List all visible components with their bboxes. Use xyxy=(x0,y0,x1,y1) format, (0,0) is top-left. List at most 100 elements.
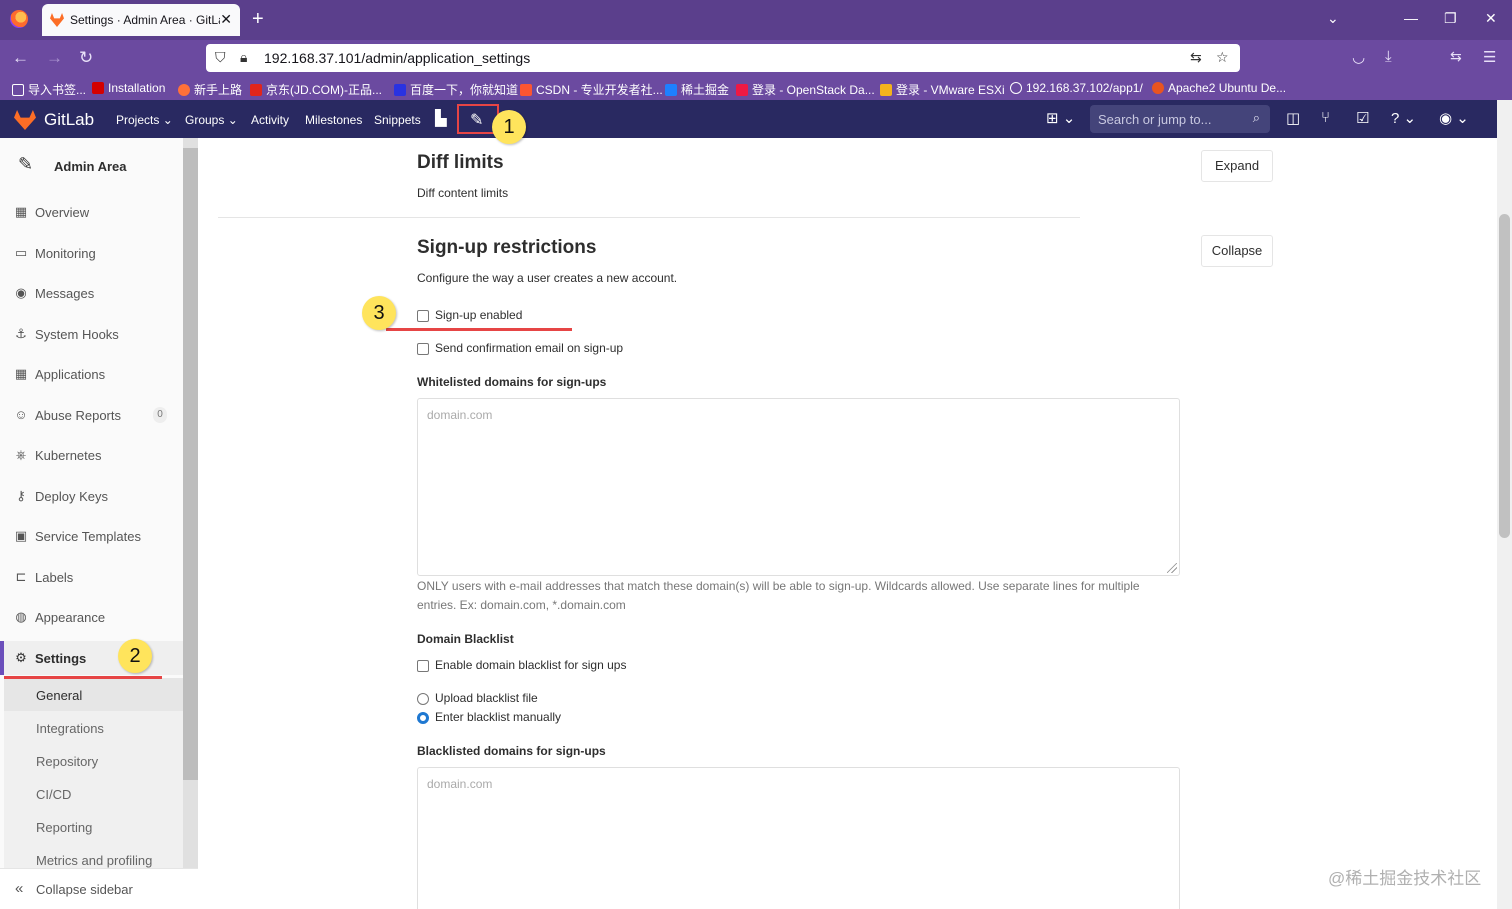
window-close-icon[interactable]: ✕ xyxy=(1485,10,1497,27)
lock-icon[interactable]: 🔒︎ xyxy=(240,49,247,66)
translate-extension-icon[interactable]: ⇆ xyxy=(1450,48,1462,65)
restore-icon[interactable]: ❐ xyxy=(1444,10,1457,27)
enable-blacklist-label[interactable]: Enable domain blacklist for sign ups xyxy=(435,658,626,672)
openstack-icon xyxy=(736,84,748,96)
nav-projects[interactable]: Projects ⌄ xyxy=(116,113,173,127)
bookmark-item[interactable]: 导入书签... xyxy=(12,81,86,98)
plus-square-icon[interactable]: ⊞ ⌄ xyxy=(1046,109,1075,127)
bookmark-item[interactable]: CSDN - 专业开发者社... xyxy=(520,81,663,98)
minimize-icon[interactable]: — xyxy=(1404,10,1418,26)
upload-blacklist-label[interactable]: Upload blacklist file xyxy=(435,691,538,705)
hook-icon: ⚓︎ xyxy=(15,326,27,341)
sidebar-item-applications[interactable]: ▦ Applications xyxy=(0,357,183,391)
gitlab-favicon-icon xyxy=(50,13,64,27)
whitelist-textarea[interactable]: domain.com xyxy=(417,398,1180,576)
bookmark-item[interactable]: 192.168.37.102/app1/ xyxy=(1010,81,1143,95)
sidebar-title[interactable]: Admin Area xyxy=(54,159,126,174)
close-icon[interactable]: ✕ xyxy=(220,11,232,28)
bookmark-item[interactable]: 百度一下，你就知道 xyxy=(394,81,518,98)
expand-button[interactable]: Expand xyxy=(1201,150,1273,182)
enter-blacklist-label[interactable]: Enter blacklist manually xyxy=(435,710,561,724)
jd-icon xyxy=(250,84,262,96)
menu-icon[interactable]: ☰ xyxy=(1483,48,1496,66)
nav-groups[interactable]: Groups ⌄ xyxy=(185,113,238,127)
resize-handle-icon[interactable] xyxy=(1167,563,1177,573)
bookmark-item[interactable]: 登录 - VMware ESXi xyxy=(880,81,1005,98)
bookmark-item[interactable]: Apache2 Ubuntu De... xyxy=(1152,81,1286,95)
sidebar-subitem-reporting[interactable]: Reporting xyxy=(4,810,183,843)
search-icon: ⌕ xyxy=(1252,110,1260,125)
enter-blacklist-radio[interactable] xyxy=(417,712,429,724)
signup-enabled-checkbox[interactable] xyxy=(417,310,429,322)
new-tab-icon[interactable]: + xyxy=(252,8,264,31)
nav-snippets[interactable]: Snippets xyxy=(374,113,421,127)
double-chevron-left-icon: « xyxy=(15,880,24,897)
gitlab-logo-icon[interactable] xyxy=(14,110,36,130)
csdn-icon xyxy=(520,84,532,96)
sidebar-item-monitoring[interactable]: ▭ Monitoring xyxy=(0,236,183,270)
signup-enabled-label[interactable]: Sign-up enabled xyxy=(435,308,522,322)
translate-icon[interactable]: ⇆ xyxy=(1190,49,1202,66)
help-icon[interactable]: ? ⌄ xyxy=(1391,109,1416,127)
bookmark-item[interactable]: 登录 - OpenStack Da... xyxy=(736,81,875,98)
collapse-sidebar-button[interactable]: « Collapse sidebar xyxy=(0,868,198,909)
upload-blacklist-radio[interactable] xyxy=(417,693,429,705)
count-badge: 0 xyxy=(153,407,167,423)
merge-request-icon[interactable]: ⑂ xyxy=(1321,109,1330,126)
pocket-icon[interactable]: ◡ xyxy=(1352,48,1365,66)
diff-limits-title: Diff limits xyxy=(417,152,504,173)
bookmark-item[interactable]: Installation xyxy=(92,81,165,95)
download-icon[interactable]: ⤓ xyxy=(1385,48,1392,65)
sidebar-subitem-general[interactable]: General xyxy=(4,678,183,711)
forward-icon[interactable]: → xyxy=(46,48,63,68)
sidebar-item-messages[interactable]: ◉ Messages xyxy=(0,276,183,310)
send-confirmation-checkbox[interactable] xyxy=(417,343,429,355)
todo-icon[interactable]: ☑ xyxy=(1356,109,1369,127)
sidebar-item-system-hooks[interactable]: ⚓︎ System Hooks xyxy=(0,317,183,351)
sidebar-subitem-repository[interactable]: Repository xyxy=(4,744,183,777)
bookmark-item[interactable]: 新手上路 xyxy=(178,81,242,98)
sidebar-item-kubernetes[interactable]: ⎈ Kubernetes xyxy=(0,438,183,472)
blacklist-textarea[interactable]: domain.com xyxy=(417,767,1180,909)
nav-milestones[interactable]: Milestones xyxy=(305,113,362,127)
sidebar-subitem-cicd[interactable]: CI/CD xyxy=(4,777,183,810)
sidebar-subitem-integrations[interactable]: Integrations xyxy=(4,711,183,744)
annotation-callout: 1 xyxy=(492,110,526,144)
reload-icon[interactable]: ↻ xyxy=(79,48,93,68)
sidebar-scrollbar-thumb[interactable] xyxy=(183,148,198,780)
sidebar-item-appearance[interactable]: ◍ Appearance xyxy=(0,600,183,634)
sidebar-subitem-metrics[interactable]: Metrics and profiling xyxy=(4,843,183,868)
enable-blacklist-checkbox[interactable] xyxy=(417,660,429,672)
firefox-icon[interactable] xyxy=(10,10,28,28)
page-scrollbar-thumb[interactable] xyxy=(1499,214,1510,538)
annotation-callout: 2 xyxy=(118,639,152,673)
avatar[interactable]: ◉ ⌄ xyxy=(1439,109,1469,127)
monitor-icon: ▭ xyxy=(14,245,28,260)
signup-restrictions-title: Sign-up restrictions xyxy=(417,237,597,258)
annotation-underline xyxy=(386,328,572,331)
star-icon[interactable]: ☆ xyxy=(1216,49,1229,66)
sidebar-item-service-templates[interactable]: ▣ Service Templates xyxy=(0,519,183,553)
sidebar-item-labels[interactable]: ⊏ Labels xyxy=(0,560,183,594)
nav-activity[interactable]: Activity xyxy=(251,113,289,127)
collapse-button[interactable]: Collapse xyxy=(1201,235,1273,267)
back-icon[interactable]: ← xyxy=(12,48,29,68)
sidebar-item-overview[interactable]: ▦ Overview xyxy=(0,195,183,229)
bookmark-item[interactable]: 稀土掘金 xyxy=(665,81,729,98)
sidebar-item-abuse-reports[interactable]: ☺ Abuse Reports 0 xyxy=(0,398,183,432)
url-bar[interactable]: ⛉ 🔒︎ 192.168.37.101/admin/application_se… xyxy=(206,44,1240,72)
shield-icon[interactable]: ⛉ xyxy=(215,49,226,66)
send-confirmation-label[interactable]: Send confirmation email on sign-up xyxy=(435,341,623,355)
gitlab-brand[interactable]: GitLab xyxy=(44,110,94,130)
vmware-icon xyxy=(880,84,892,96)
bookmark-item[interactable]: 京东(JD.COM)-正品... xyxy=(250,81,382,98)
url-text[interactable]: 192.168.37.101/admin/application_setting… xyxy=(264,50,530,66)
chart-icon[interactable]: ▙ xyxy=(435,109,447,127)
chevron-down-icon[interactable]: ⌄ xyxy=(1327,10,1339,27)
browser-tab[interactable]: Settings · Admin Area · GitLab ✕ xyxy=(42,4,240,36)
sidebar-toggle-icon[interactable]: ◫ xyxy=(1286,109,1300,127)
sidebar-item-deploy-keys[interactable]: ⚷ Deploy Keys xyxy=(0,479,183,513)
annotation-underline xyxy=(4,676,162,679)
sidebar-item-settings[interactable]: ⚙ Settings xyxy=(0,641,183,675)
search-input[interactable]: Search or jump to... ⌕ xyxy=(1090,105,1270,133)
